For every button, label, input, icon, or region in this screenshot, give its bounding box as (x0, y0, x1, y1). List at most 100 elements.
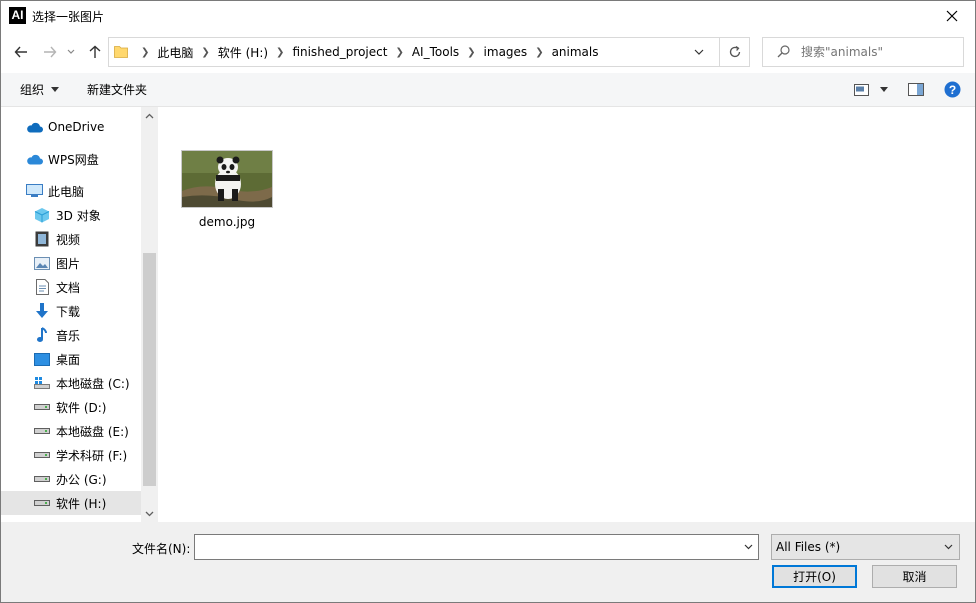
refresh-button[interactable] (719, 38, 750, 66)
nav-item-label: 此电脑 (48, 184, 85, 199)
cancel-button[interactable]: 取消 (872, 565, 957, 588)
app-icon: AI (9, 7, 26, 24)
address-history-dropdown[interactable] (688, 38, 710, 66)
nav-item-downloads[interactable]: 下载 (1, 299, 141, 323)
nav-item-videos[interactable]: 视频 (1, 227, 141, 251)
breadcrumb-separator[interactable]: ❯ (197, 47, 213, 58)
breadcrumb-separator[interactable]: ❯ (463, 47, 479, 58)
refresh-icon (729, 45, 741, 58)
chevron-up-icon (145, 113, 154, 118)
cube-3d-icon (33, 207, 51, 223)
breadcrumb-separator[interactable]: ❯ (531, 47, 547, 58)
nav-item-label: 桌面 (56, 352, 81, 367)
nav-item-desktop[interactable]: 桌面 (1, 347, 141, 371)
nav-item-drive-d[interactable]: 软件 (D:) (1, 395, 141, 419)
file-item[interactable]: demo.jpg (181, 150, 273, 229)
breadcrumb-item[interactable]: 此电脑 (153, 44, 197, 61)
nav-item-drive-g[interactable]: 办公 (G:) (1, 467, 141, 491)
breadcrumb-item[interactable]: finished_project (288, 45, 391, 59)
drive-icon (33, 471, 51, 487)
back-button[interactable] (10, 41, 32, 63)
arrow-left-icon (14, 46, 27, 58)
nav-item-label: 软件 (D:) (56, 400, 107, 415)
breadcrumb-item[interactable]: 软件 (H:) (214, 44, 272, 61)
breadcrumb-separator[interactable]: ❯ (391, 47, 407, 58)
nav-item-drive-h[interactable]: 软件 (H:) (1, 491, 141, 515)
dialog-footer: 文件名(N): All Files (*) 打开(O) 取消 (1, 522, 975, 602)
filename-label: 文件名(N): (132, 542, 191, 556)
search-box[interactable] (762, 37, 964, 67)
filename-dropdown-button[interactable] (738, 535, 758, 559)
caret-down-icon (51, 87, 60, 92)
nav-item-label: 学术科研 (F:) (56, 448, 128, 463)
nav-item-onedrive[interactable]: OneDrive (1, 115, 141, 139)
film-icon (33, 231, 51, 247)
organize-label: 组织 (20, 83, 45, 97)
cloud-icon (25, 119, 43, 135)
recent-locations-button[interactable] (63, 41, 79, 63)
nav-item-pictures[interactable]: 图片 (1, 251, 141, 275)
view-options-button[interactable] (854, 73, 888, 106)
file-name: demo.jpg (198, 215, 256, 229)
view-thumbnail-icon (854, 83, 869, 96)
dialog-title: 选择一张图片 (32, 10, 105, 24)
organize-button[interactable]: 组织 (20, 73, 60, 106)
filetype-dropdown-button[interactable] (939, 535, 957, 559)
address-bar[interactable]: ❯ 此电脑 ❯ 软件 (H:) ❯ finished_project ❯ AI_… (108, 37, 750, 67)
nav-item-wps-drive[interactable]: WPS网盘 (1, 147, 141, 171)
navigation-bar: ❯ 此电脑 ❯ 软件 (H:) ❯ finished_project ❯ AI_… (1, 35, 975, 69)
nav-item-label: 本地磁盘 (E:) (56, 424, 129, 439)
scroll-up-button[interactable] (141, 107, 158, 124)
nav-item-label: 文档 (56, 280, 81, 295)
nav-item-label: 3D 对象 (56, 208, 101, 223)
chevron-down-icon (744, 544, 752, 550)
nav-item-music[interactable]: 音乐 (1, 323, 141, 347)
nav-item-documents[interactable]: 文档 (1, 275, 141, 299)
nav-item-label: 软件 (H:) (56, 496, 107, 511)
nav-item-drive-e[interactable]: 本地磁盘 (E:) (1, 419, 141, 443)
cloud-icon (25, 151, 43, 167)
filename-input[interactable] (198, 537, 732, 557)
breadcrumb: ❯ 此电脑 ❯ 软件 (H:) ❯ finished_project ❯ AI_… (137, 38, 603, 66)
nav-item-label: 下载 (56, 304, 81, 319)
up-button[interactable] (84, 41, 106, 63)
help-button[interactable]: ? (944, 73, 961, 106)
filename-combobox[interactable] (194, 534, 759, 560)
command-bar: 组织 新建文件夹 ? (1, 73, 975, 107)
help-icon: ? (944, 81, 961, 98)
navigation-scrollbar[interactable] (141, 107, 158, 522)
close-button[interactable] (929, 1, 975, 31)
navigation-pane: OneDrive WPS网盘 此电脑 3D 对象 视频 图片 文档 下载 音乐 … (1, 107, 141, 522)
arrow-right-icon (44, 46, 57, 58)
nav-item-3d-objects[interactable]: 3D 对象 (1, 203, 141, 227)
breadcrumb-item[interactable]: AI_Tools (408, 45, 463, 59)
folder-icon (114, 46, 128, 58)
scrollbar-thumb[interactable] (143, 253, 156, 486)
panda-thumbnail (181, 150, 273, 208)
filetype-value: All Files (*) (776, 540, 841, 554)
breadcrumb-item[interactable]: images (480, 45, 532, 59)
document-icon (33, 279, 51, 295)
nav-item-label: 音乐 (56, 328, 81, 343)
nav-item-this-pc[interactable]: 此电脑 (1, 179, 141, 203)
nav-item-drive-c[interactable]: 本地磁盘 (C:) (1, 371, 141, 395)
open-button[interactable]: 打开(O) (772, 565, 857, 588)
preview-pane-icon (908, 83, 924, 96)
close-icon (946, 10, 958, 22)
nav-item-label: 办公 (G:) (56, 472, 107, 487)
file-list: demo.jpg (159, 107, 975, 522)
nav-item-label: OneDrive (48, 120, 105, 134)
drive-icon (33, 399, 51, 415)
breadcrumb-item[interactable]: animals (548, 45, 603, 59)
preview-pane-button[interactable] (908, 73, 924, 106)
scroll-down-button[interactable] (141, 505, 158, 522)
search-input[interactable] (799, 41, 958, 63)
chevron-down-icon (944, 544, 952, 550)
breadcrumb-separator[interactable]: ❯ (272, 47, 288, 58)
nav-item-drive-f[interactable]: 学术科研 (F:) (1, 443, 141, 467)
picture-icon (33, 255, 51, 271)
filetype-select[interactable]: All Files (*) (771, 534, 960, 560)
drive-icon (33, 447, 51, 463)
new-folder-button[interactable]: 新建文件夹 (87, 73, 147, 106)
forward-button[interactable] (39, 41, 61, 63)
